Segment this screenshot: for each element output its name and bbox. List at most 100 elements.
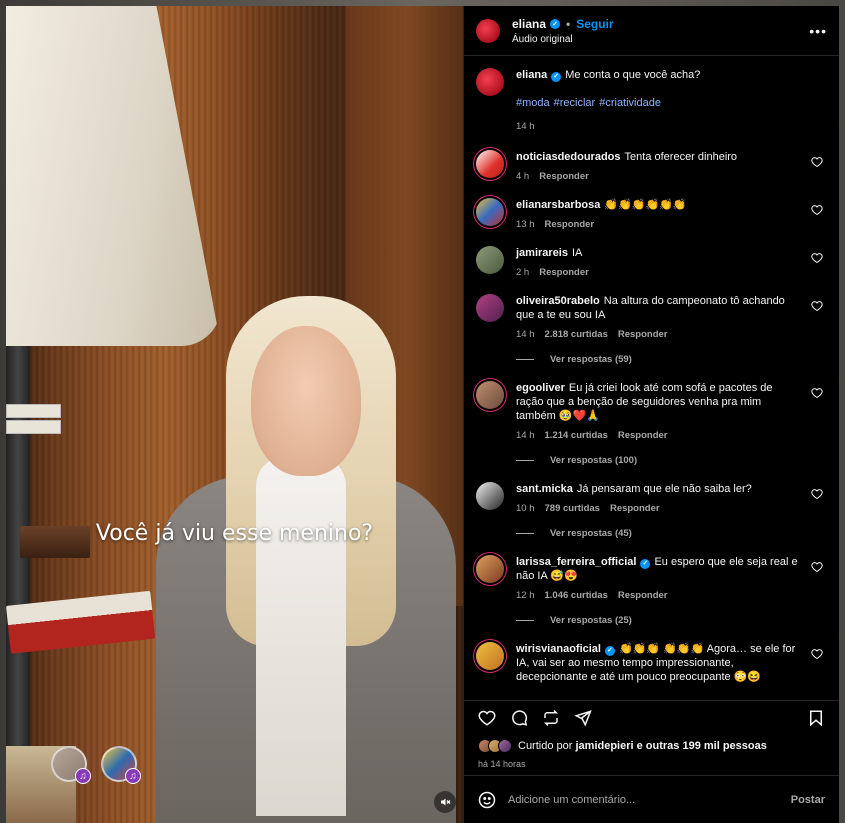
view-replies-button[interactable]: Ver respostas (25) bbox=[516, 615, 823, 626]
comment-row: oliveira50rabelo Na altura do campeonato … bbox=[476, 294, 823, 342]
comment-likes[interactable]: 1.046 curtidas bbox=[545, 589, 608, 603]
liker-avatars bbox=[478, 739, 512, 753]
comment-username[interactable]: jamirareis bbox=[516, 247, 568, 259]
post-timestamp: há 14 horas bbox=[478, 759, 526, 769]
bookmark-icon[interactable] bbox=[807, 709, 825, 727]
comment-likes[interactable]: 789 curtidas bbox=[545, 502, 600, 516]
hashtag-link[interactable]: #moda bbox=[516, 97, 550, 109]
verified-icon: ✓ bbox=[551, 72, 562, 82]
likes-count[interactable]: e outras 199 mil pessoas bbox=[637, 740, 767, 752]
reply-button[interactable]: Responder bbox=[545, 218, 595, 232]
caption-username[interactable]: eliana bbox=[516, 69, 547, 81]
comment-row: jamirareis IA 2 h Responder bbox=[476, 246, 823, 280]
comments-list[interactable]: eliana ✓ Me conta o que você acha? #moda #r… bbox=[464, 56, 839, 700]
post-actions: Curtido por jamidepieri e outras 199 mil… bbox=[464, 700, 839, 775]
commenter-avatar[interactable] bbox=[476, 381, 504, 409]
comment-time[interactable]: 4 h bbox=[516, 170, 529, 184]
commenter-avatar[interactable] bbox=[476, 555, 504, 583]
replies-divider bbox=[516, 359, 534, 360]
comment-username[interactable]: wirisvianaoficial bbox=[516, 643, 601, 655]
commenter-avatar[interactable] bbox=[476, 294, 504, 322]
more-options-icon[interactable]: ••• bbox=[809, 23, 827, 39]
liker-username[interactable]: jamidepieri bbox=[575, 740, 633, 752]
reply-button[interactable]: Responder bbox=[618, 328, 668, 342]
hashtags: #moda #reciclar #criatividade bbox=[516, 96, 823, 110]
view-replies-label[interactable]: Ver respostas (59) bbox=[550, 354, 632, 365]
comment-likes[interactable]: 1.214 curtidas bbox=[545, 429, 608, 443]
comment-username[interactable]: larissa_ferreira_official bbox=[516, 556, 636, 568]
comment-username[interactable]: egooliver bbox=[516, 382, 565, 394]
heart-icon[interactable] bbox=[478, 709, 496, 727]
speaker-muted-icon bbox=[441, 798, 451, 806]
author-avatar[interactable] bbox=[476, 18, 500, 43]
comment-time[interactable]: 12 h bbox=[516, 589, 535, 603]
follow-button[interactable]: Seguir bbox=[576, 17, 613, 31]
view-replies-label[interactable]: Ver respostas (25) bbox=[550, 615, 632, 626]
emoji-icon[interactable] bbox=[478, 791, 496, 809]
comment-input[interactable] bbox=[508, 793, 791, 806]
heart-icon[interactable] bbox=[811, 648, 823, 660]
hashtag-link[interactable]: #criatividade bbox=[599, 97, 661, 109]
view-replies-button[interactable]: Ver respostas (100) bbox=[516, 455, 823, 466]
comment-icon[interactable] bbox=[510, 709, 528, 727]
likes-summary[interactable]: Curtido por jamidepieri e outras 199 mil… bbox=[478, 739, 825, 753]
hashtag-link[interactable]: #reciclar bbox=[554, 97, 596, 109]
heart-icon[interactable] bbox=[811, 300, 823, 312]
view-replies-button[interactable]: Ver respostas (45) bbox=[516, 528, 823, 539]
comment-username[interactable]: noticiasdedourados bbox=[516, 151, 621, 163]
commenter-avatar[interactable] bbox=[476, 246, 504, 274]
likes-prefix: Curtido por bbox=[518, 740, 573, 752]
heart-icon[interactable] bbox=[811, 561, 823, 573]
comment-row: wirisvianaoficial ✓ 👏👏👏 👏👏👏 Agora… se ele … bbox=[476, 642, 823, 684]
comment-text: IA bbox=[571, 247, 583, 259]
collaborator-avatar[interactable]: ♫ bbox=[101, 746, 141, 784]
liker-avatar bbox=[498, 739, 512, 753]
heart-icon[interactable] bbox=[811, 488, 823, 500]
video-player[interactable]: Você já viu esse menino? ♫ ♫ bbox=[6, 6, 463, 823]
comment-row: sant.micka Já pensaram que ele não saiba … bbox=[476, 482, 823, 516]
repost-icon[interactable] bbox=[542, 709, 560, 727]
view-replies-label[interactable]: Ver respostas (100) bbox=[550, 455, 637, 466]
video-caption: Você já viu esse menino? bbox=[95, 521, 374, 546]
comment-text: Já pensaram que ele não saiba ler? bbox=[576, 483, 752, 495]
view-replies-label[interactable]: Ver respostas (45) bbox=[550, 528, 632, 539]
comment-username[interactable]: elianarsbarbosa bbox=[516, 199, 600, 211]
comment-time[interactable]: 10 h bbox=[516, 502, 535, 516]
post-dialog: Você já viu esse menino? ♫ ♫ eliana ✓ • … bbox=[6, 6, 839, 823]
heart-icon[interactable] bbox=[811, 252, 823, 264]
comment-username[interactable]: oliveira50rabelo bbox=[516, 295, 600, 307]
comment-time[interactable]: 14 h bbox=[516, 328, 535, 342]
view-replies-button[interactable]: Ver respostas (59) bbox=[516, 354, 823, 365]
reply-button[interactable]: Responder bbox=[618, 429, 668, 443]
send-icon[interactable] bbox=[574, 709, 592, 727]
comment-username[interactable]: sant.micka bbox=[516, 483, 573, 495]
caption-text: Me conta o que você acha? bbox=[565, 69, 701, 81]
reply-button[interactable]: Responder bbox=[539, 266, 589, 280]
commenter-avatar[interactable] bbox=[476, 198, 504, 226]
audio-label[interactable]: Áudio original bbox=[512, 34, 809, 45]
comment-row: noticiasdedourados Tenta oferecer dinheir… bbox=[476, 150, 823, 184]
post-comment-button[interactable]: Postar bbox=[791, 794, 825, 806]
commenter-avatar[interactable] bbox=[476, 642, 504, 670]
collaborator-avatars: ♫ ♫ bbox=[51, 746, 141, 784]
shelf-book bbox=[6, 404, 61, 418]
heart-icon[interactable] bbox=[811, 387, 823, 399]
author-avatar[interactable] bbox=[476, 68, 504, 96]
replies-divider bbox=[516, 460, 534, 461]
comment-time[interactable]: 13 h bbox=[516, 218, 535, 232]
comment-time[interactable]: 14 h bbox=[516, 429, 535, 443]
reply-button[interactable]: Responder bbox=[618, 589, 668, 603]
commenter-avatar[interactable] bbox=[476, 482, 504, 510]
comment-likes[interactable]: 2.818 curtidas bbox=[545, 328, 608, 342]
reply-button[interactable]: Responder bbox=[610, 502, 660, 516]
reply-button[interactable]: Responder bbox=[539, 170, 589, 184]
heart-icon[interactable] bbox=[811, 204, 823, 216]
commenter-avatar[interactable] bbox=[476, 150, 504, 178]
collaborator-avatar[interactable]: ♫ bbox=[51, 746, 91, 784]
heart-icon[interactable] bbox=[811, 156, 823, 168]
author-username[interactable]: eliana bbox=[512, 17, 546, 31]
comment-time[interactable]: 2 h bbox=[516, 266, 529, 280]
verified-icon: ✓ bbox=[640, 559, 651, 569]
mute-button[interactable] bbox=[434, 791, 456, 813]
replies-divider bbox=[516, 533, 534, 534]
